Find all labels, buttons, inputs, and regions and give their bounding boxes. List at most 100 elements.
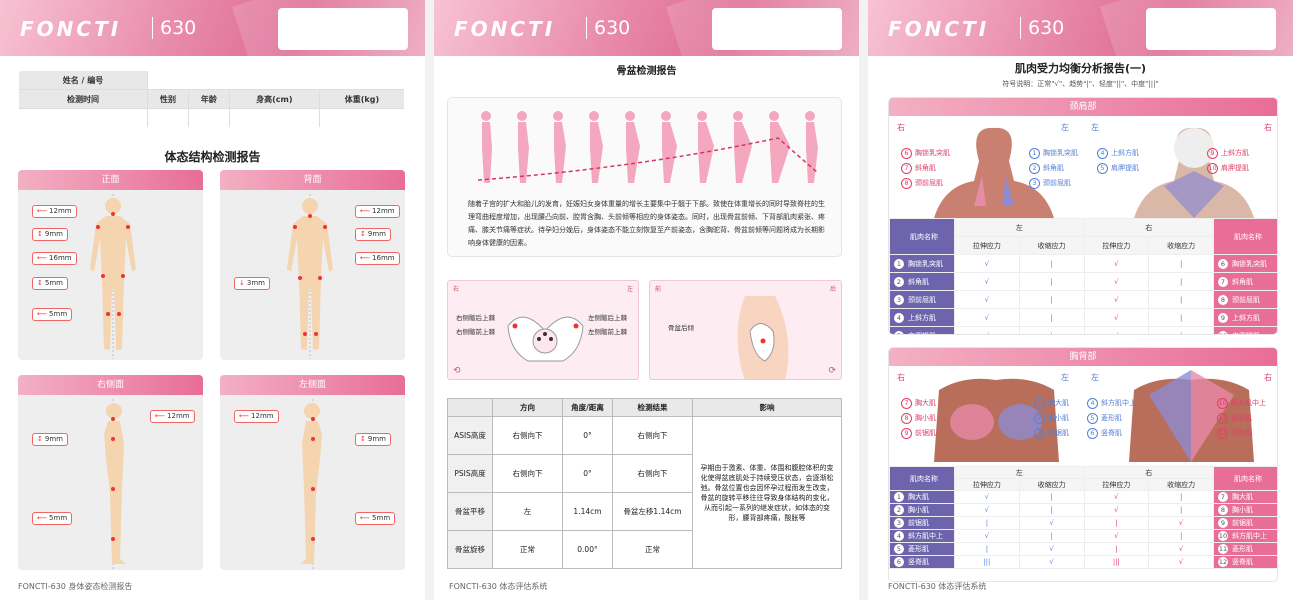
body-left-side-figure	[300, 399, 322, 569]
col-header: 收缩应力	[1018, 236, 1085, 255]
measure-tag: ↕ 9mm	[355, 433, 391, 446]
col-header: 拉伸应力	[1083, 478, 1150, 491]
muscle-name-cell: 9 前锯肌	[1213, 516, 1277, 530]
muscle-name-cell: 8 胸小肌	[1213, 503, 1277, 517]
stress-cell: √	[1083, 272, 1150, 291]
panel-title: 正面	[18, 170, 203, 190]
pelvis-side-illustration	[737, 296, 789, 379]
stress-cell: |||	[954, 555, 1020, 569]
info-label: 检测时间	[19, 89, 148, 109]
table-cell: 左	[492, 492, 563, 531]
stress-cell: |	[954, 542, 1020, 556]
col-header: 右	[1083, 218, 1214, 237]
muscle-name-cell: 7 胸大肌	[1213, 490, 1277, 504]
col-header: 拉伸应力	[954, 478, 1020, 491]
stress-cell: √	[954, 290, 1020, 309]
info-label: 性别	[147, 89, 189, 109]
table-cell: 骨盆平移	[447, 492, 493, 531]
table-row: 6 竖脊肌 ||| √ ||| √ 12 竖脊肌	[889, 555, 1277, 569]
footer-text: FONCTI-630 体态评估系统	[888, 582, 987, 591]
side-label: 右	[897, 373, 905, 382]
header-blank-box	[278, 8, 408, 50]
info-label-name: 姓名 / 编号	[19, 71, 148, 90]
col-header: 左	[954, 466, 1085, 479]
col-header: 拉伸应力	[1083, 236, 1150, 255]
stress-cell: √	[954, 503, 1020, 517]
muscle-label-7: 7 胸大肌	[901, 396, 936, 411]
panel-front: 正面 ⟵ 12mm ↕ 9mm ⟵ 16mm ↕ 5mm ⟵ 5mm	[18, 170, 203, 360]
muscle-name-cell: 7 斜角肌	[1213, 272, 1277, 291]
rotate-icon[interactable]: ⟳	[828, 366, 836, 376]
footer-text: FONCTI-630 身体姿态检测报告	[18, 582, 133, 591]
col-header: 收缩应力	[1018, 478, 1085, 491]
table-row: 3 前锯肌 | √ | √ 9 前锯肌	[889, 516, 1277, 530]
stress-cell: |	[1083, 542, 1150, 556]
impact-text: 孕期由于激素、体重、体围和腹腔体积的变化使得盆底肌处于持续受压状态，会逐渐松弛。…	[692, 416, 842, 569]
stress-cell: |	[1018, 529, 1085, 543]
page-title: 骨盆检测报告	[616, 66, 677, 77]
stress-cell: |	[954, 516, 1020, 530]
side-label: 右	[453, 286, 460, 293]
info-value[interactable]	[147, 108, 189, 127]
body-back-figure	[287, 194, 333, 359]
stress-cell: √	[1083, 529, 1150, 543]
measure-tag: ⟵ 12mm	[355, 205, 400, 218]
brand-logo: FONCTI	[454, 17, 556, 41]
pelvis-result-table: 方向 角度/距离 检测结果 影响 ASIS高度 右侧向下 0° 右侧向下 孕期由…	[447, 398, 842, 569]
table-cell: 右侧向下	[492, 454, 563, 493]
info-value-name[interactable]	[147, 71, 404, 90]
muscle-label-6: 6 胸锁乳突肌	[901, 146, 950, 161]
info-value[interactable]	[228, 108, 320, 127]
measure-tag: ↕ 9mm	[32, 228, 68, 241]
muscle-label-1: 1 胸锁乳突肌	[1029, 146, 1078, 161]
table-cell: PSIS高度	[447, 454, 493, 493]
muscle-name-cell: 4 上斜方肌	[889, 308, 955, 327]
measure-tag: ⟵ 5mm	[355, 512, 396, 525]
stress-cell: |||	[1083, 555, 1150, 569]
muscle-name-cell: 2 斜角肌	[889, 272, 955, 291]
info-label: 年龄	[187, 89, 230, 109]
stress-cell: √	[1083, 490, 1150, 504]
muscle-name-cell: 5肩胛提肌	[889, 326, 955, 334]
stress-cell: √	[1083, 290, 1150, 309]
header-blank-box	[1146, 8, 1276, 50]
panel-title: 背面	[220, 170, 405, 190]
panel-title: 左侧面	[220, 375, 405, 395]
col-header: 肌肉名称	[889, 218, 955, 255]
muscle-label-8: 8 颈前屈肌	[901, 176, 943, 191]
muscle-label-10: 10 肩胛提肌	[1207, 163, 1249, 174]
side-label: 左	[1091, 373, 1099, 382]
panel-back: 背面 ⟵ 12mm ↕ 9mm ⟵ 16mm ↓ 3mm	[220, 170, 405, 360]
muscle-label-2: 2 斜角肌	[1029, 161, 1064, 176]
page-title: 肌肉受力均衡分析报告(一)	[1014, 62, 1147, 75]
muscle-label-2: 2 胸小肌	[1034, 411, 1069, 426]
measure-tag: ⟵ 16mm	[32, 252, 77, 265]
stress-cell: √	[1083, 503, 1150, 517]
muscle-name-cell: 12 竖脊肌	[1213, 555, 1277, 569]
muscle-name-cell: 2 胸小肌	[889, 503, 955, 517]
measure-tag: ⟵ 12mm	[32, 205, 77, 218]
stress-cell: √	[1148, 542, 1214, 556]
pelvis-side-panel: 前 后 骨盆后倾 ⟳	[649, 280, 842, 380]
table-header: 检测结果	[612, 398, 693, 417]
rotate-icon[interactable]: ⟲	[453, 366, 461, 376]
side-label: 左	[626, 286, 633, 293]
pregnancy-paragraph: 随着子宫的扩大和胎儿的发育，妊娠妇女身体重量的增长主要集中于髋于下部。致使在体重…	[468, 200, 825, 247]
stress-cell: √	[954, 254, 1020, 273]
info-value[interactable]	[187, 108, 230, 127]
info-value[interactable]	[318, 108, 404, 127]
stress-cell: |	[1148, 503, 1214, 517]
col-header: 左	[954, 218, 1085, 237]
panel-right-side: 右侧面 ⟵ 12mm ↕ 9mm ⟵ 5mm	[18, 375, 203, 570]
model-number: 630	[586, 17, 630, 39]
measure-tag: ⟵ 16mm	[355, 252, 400, 265]
col-header: 肌肉名称	[1213, 218, 1277, 255]
info-value[interactable]	[19, 108, 148, 127]
muscle-label-9: 9 上斜方肌	[1207, 146, 1249, 161]
measure-tag: ⟵ 12mm	[234, 410, 279, 423]
chest-muscle-table: 肌肉名称 左 右 肌肉名称 拉伸应力 收缩应力 拉伸应力 收缩应力 1 胸大肌 √ |…	[889, 466, 1277, 569]
table-cell: 正常	[492, 530, 563, 569]
stress-cell: |	[1148, 490, 1214, 504]
table-row: 3 颈前屈肌 √ | √ | 8 颈前屈肌	[889, 290, 1277, 309]
table-row: 5肩胛提肌√|√|10肩胛提肌	[889, 326, 1277, 334]
